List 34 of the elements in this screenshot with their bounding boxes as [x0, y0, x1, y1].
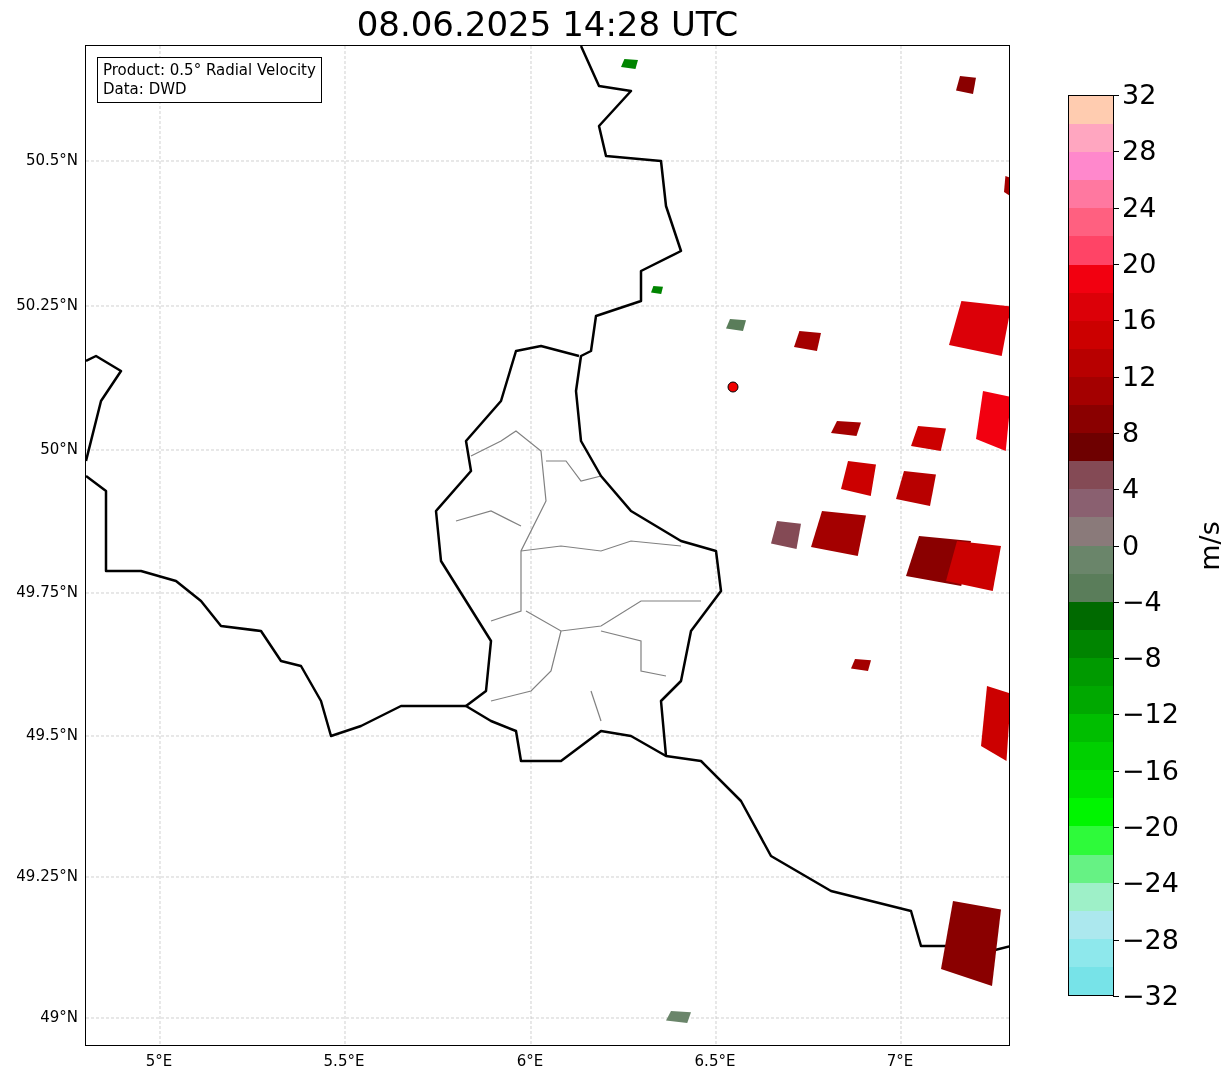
colorbar-tick-label: 24	[1122, 191, 1157, 224]
colorbar-tick-label: 4	[1122, 473, 1140, 506]
colorbar-tick-label: −32	[1122, 980, 1179, 1012]
latitude-label: 50°N	[40, 440, 78, 458]
latitude-label: 49.25°N	[16, 867, 78, 885]
longitude-label: 6°E	[516, 1052, 544, 1070]
longitude-label: 6.5°E	[694, 1052, 736, 1070]
longitude-label: 7°E	[886, 1052, 914, 1070]
colorbar-tick-label: 28	[1122, 135, 1157, 168]
colorbar-tick-label: −16	[1122, 754, 1179, 787]
info-text: Data: DWD	[103, 80, 188, 99]
latitude-label: 49.75°N	[16, 583, 78, 601]
info-text: Product: 0.5° Radial Velocity	[103, 61, 316, 80]
colorbar-tick-label: −24	[1122, 867, 1179, 900]
colorbar-unit-label: m/s	[1193, 521, 1225, 571]
colorbar-tick-label: 8	[1122, 416, 1140, 449]
radar-site-marker	[727, 381, 739, 393]
colorbar-tick-label: −12	[1122, 698, 1179, 731]
latitude-label: 50.25°N	[16, 296, 78, 314]
colorbar-tick-label: 32	[1122, 79, 1157, 111]
chart-title: 08.06.2025 14:28 UTC	[355, 3, 740, 46]
latitude-label: 49.5°N	[25, 726, 78, 744]
colorbar-tick-label: −20	[1122, 811, 1179, 844]
colorbar-tick-label: 16	[1122, 304, 1157, 337]
colorbar-tick-label: 0	[1122, 529, 1140, 562]
latitude-label: 49°N	[40, 1008, 78, 1026]
longitude-label: 5.5°E	[323, 1052, 365, 1070]
colorbar-tick-label: 20	[1122, 247, 1157, 280]
colorbar-tick-label: 12	[1122, 360, 1157, 393]
longitude-label: 5°E	[145, 1052, 173, 1070]
colorbar-tick-label: −8	[1122, 642, 1162, 675]
colorbar-tick-label: −28	[1122, 923, 1179, 956]
latitude-label: 50.5°N	[25, 151, 78, 169]
colorbar-tick-label: −4	[1122, 585, 1162, 618]
